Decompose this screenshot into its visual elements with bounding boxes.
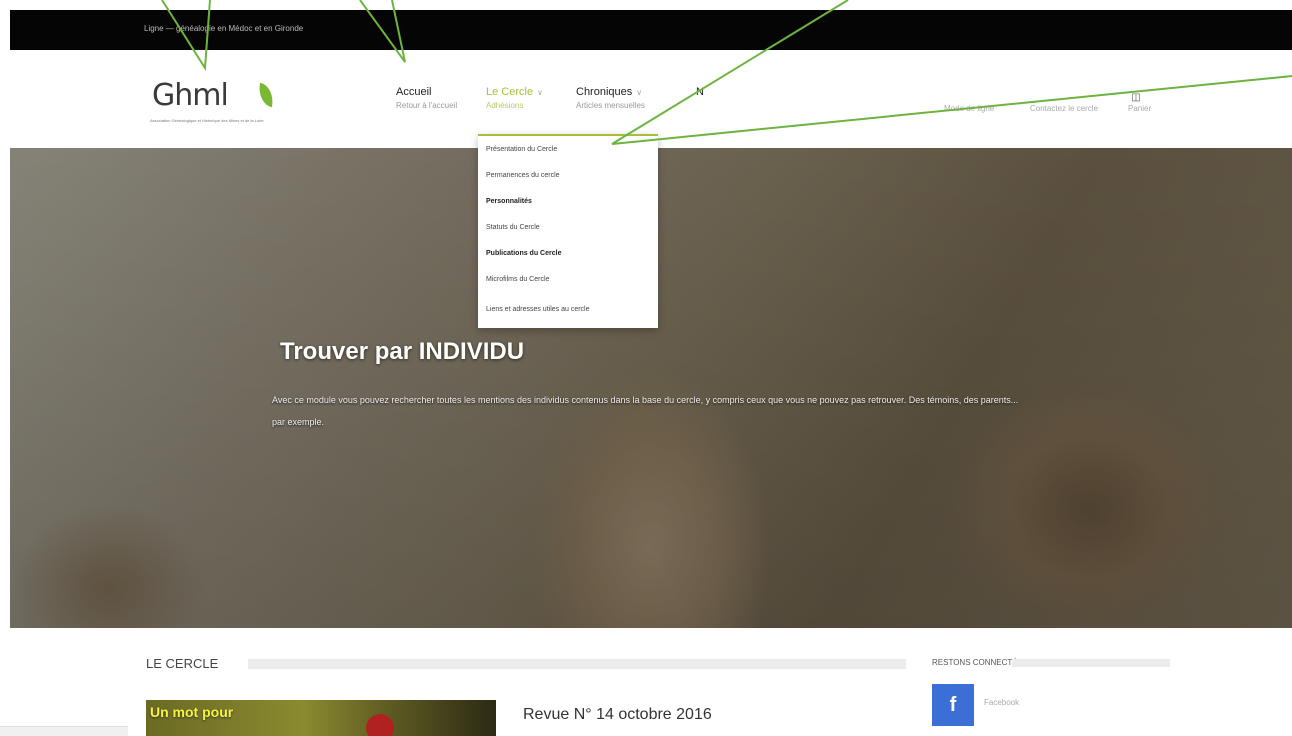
menu-item-publications[interactable]: Publications du Cercle xyxy=(486,250,561,257)
cart-link[interactable]: Panier xyxy=(1128,104,1151,113)
nav-label: Le Cercle ∨ xyxy=(486,86,543,98)
nav-label-text: Le Cercle xyxy=(486,86,534,98)
nav-item-chroniques[interactable]: Chroniques ∨ Articles mensuelles xyxy=(576,86,645,110)
nav-subtitle: Retour à l'accueil xyxy=(396,101,458,110)
chevron-down-icon: ∨ xyxy=(636,88,643,97)
nav-label: N xyxy=(696,86,704,98)
login-link[interactable]: Mode de ligne xyxy=(944,104,994,113)
section-title: LE CERCLE xyxy=(146,656,219,671)
sidebar-title: RESTONS CONNECTÉ xyxy=(932,658,1018,667)
shopping-cart-icon[interactable]: ◫ xyxy=(1129,92,1143,104)
nav-subtitle: Adhésions xyxy=(486,101,524,110)
site-logo[interactable]: Ghml Association Généalogique et Histori… xyxy=(148,78,290,126)
article-thumbnail[interactable]: Un mot pour xyxy=(146,700,496,736)
top-bar-text: Ligne — généalogie en Médoc et en Girond… xyxy=(144,24,304,33)
nav-item-more[interactable]: N xyxy=(696,86,704,98)
menu-item-personnalites[interactable]: Personnalités xyxy=(486,198,532,205)
facebook-label[interactable]: Facebook xyxy=(984,698,1019,707)
nav-label-text: Chroniques xyxy=(576,86,633,98)
nav-label: Accueil xyxy=(396,86,432,98)
leaf-icon xyxy=(256,82,276,108)
sidebar-divider xyxy=(1012,659,1170,667)
nav-item-accueil[interactable]: Accueil Retour à l'accueil xyxy=(396,86,457,110)
nav-subtitle: Articles mensuelles xyxy=(576,101,645,110)
chevron-down-icon: ∨ xyxy=(537,88,543,97)
logo-text: Ghml xyxy=(152,78,229,113)
footer-tab xyxy=(0,726,128,736)
menu-item-microfilms[interactable]: Microfilms du Cercle xyxy=(486,276,549,283)
facebook-icon[interactable]: f xyxy=(932,684,974,726)
nav-item-le-cercle[interactable]: Le Cercle ∨ Adhésions xyxy=(486,86,543,110)
menu-item-permanences[interactable]: Permanences du cercle xyxy=(486,172,560,179)
hero-description: Avec ce module vous pouvez rechercher to… xyxy=(272,395,1019,427)
menu-item-liens[interactable]: Liens et adresses utiles au cercle xyxy=(486,306,590,313)
hero-title: Trouver par INDIVIDU xyxy=(280,338,525,365)
top-bar: Ligne — généalogie en Médoc et en Girond… xyxy=(10,10,1292,50)
contact-link[interactable]: Contactez le cercle xyxy=(1030,104,1098,113)
nav-label: Chroniques ∨ xyxy=(576,86,645,98)
thumbnail-decoration xyxy=(366,714,394,736)
menu-item-presentation[interactable]: Présentation du Cercle xyxy=(486,146,557,153)
section-divider xyxy=(248,659,906,669)
article-title[interactable]: Revue N° 14 octobre 2016 xyxy=(523,706,712,724)
logo-tagline: Association Généalogique et Historique d… xyxy=(150,118,264,123)
thumbnail-label: Un mot pour xyxy=(150,704,234,720)
menu-item-statuts[interactable]: Statuts du Cercle xyxy=(486,224,540,231)
le-cercle-dropdown-menu: Présentation du Cercle Permanences du ce… xyxy=(478,134,658,328)
